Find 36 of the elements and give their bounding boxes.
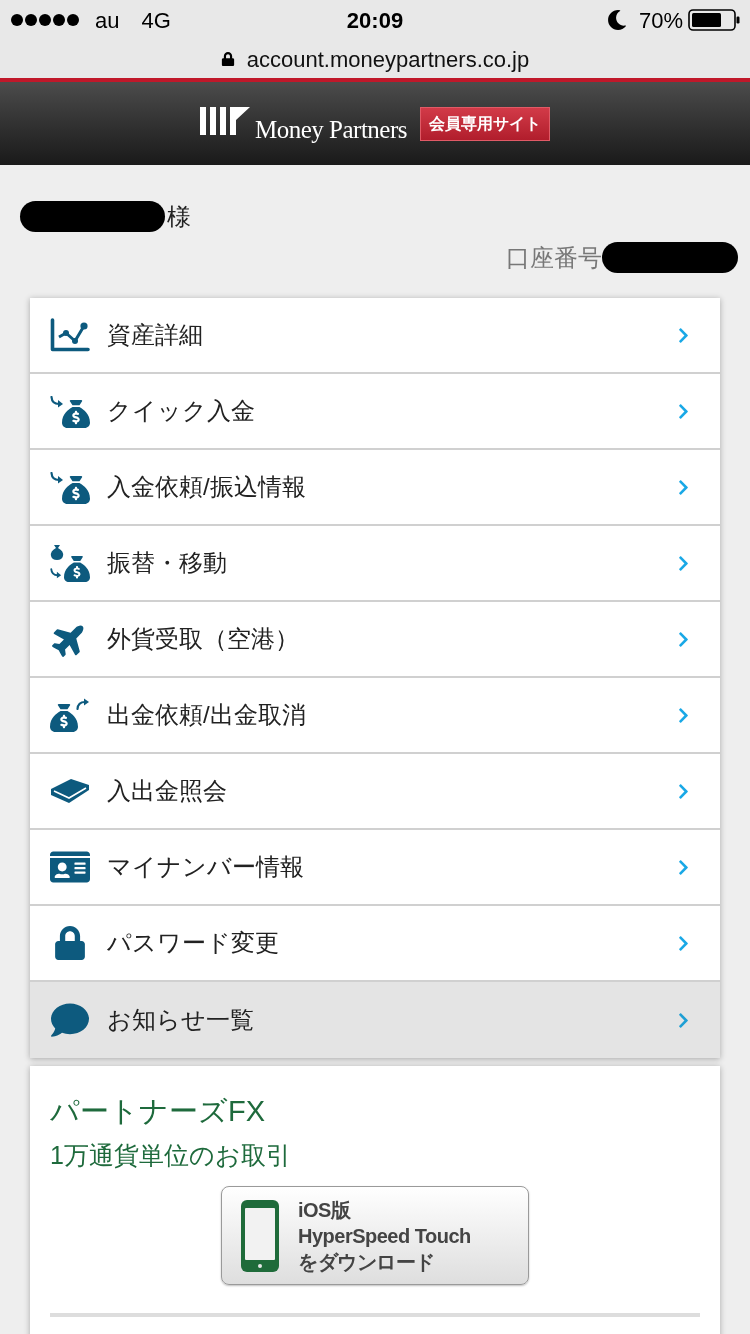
menu-item[interactable]: お知らせ一覧	[30, 982, 720, 1058]
promo-subtitle: 1万通貨単位のお取引	[50, 1140, 292, 1171]
members-badge: 会員専用サイト	[420, 106, 550, 141]
account-number-label: 口座番号	[506, 242, 602, 273]
line-chart-icon	[50, 318, 90, 352]
lock-icon	[220, 52, 235, 66]
moon-icon	[606, 10, 627, 30]
menu-item[interactable]: 出金依頼/出金取消	[30, 678, 720, 754]
money-bags-arrows-icon	[50, 544, 90, 582]
promo-title: パートナーズFX	[50, 1094, 267, 1129]
carrier-name: au	[95, 6, 120, 35]
smartphone-icon	[240, 1198, 280, 1273]
menu-item[interactable]: 入出金照会	[30, 754, 720, 830]
speech-bubble-icon	[51, 1001, 89, 1039]
padlock-icon	[53, 926, 87, 960]
honorific-text: 様	[167, 201, 191, 232]
menu-item[interactable]: マイナンバー情報	[30, 830, 720, 906]
book-icon	[50, 778, 90, 804]
menu-item[interactable]: パスワード変更	[30, 906, 720, 982]
url-text: account.moneypartners.co.jp	[246, 45, 530, 74]
menu-item[interactable]: クイック入金	[30, 374, 720, 450]
menu-item[interactable]: 外貨受取（空港）	[30, 602, 720, 678]
logo-text: Money Partners	[255, 117, 407, 142]
menu-item[interactable]: 振替・移動	[30, 526, 720, 602]
battery-percent: 70%	[638, 6, 683, 35]
money-bag-arrow-icon	[50, 470, 90, 504]
network-type: 4G	[141, 6, 171, 35]
menu-item[interactable]: 資産詳細	[30, 298, 720, 374]
menu-item[interactable]: 入金依頼/振込情報	[30, 450, 720, 526]
logo-mark-icon	[200, 106, 250, 135]
money-bag-arrow-icon	[50, 698, 90, 732]
app-download-button[interactable]: iOS版 HyperSpeed Touch をダウンロード	[221, 1186, 529, 1285]
money-bag-arrow-icon	[50, 394, 90, 428]
signal-strength-icon	[10, 13, 80, 27]
status-time: 20:09	[346, 6, 404, 35]
battery-icon	[688, 9, 740, 31]
